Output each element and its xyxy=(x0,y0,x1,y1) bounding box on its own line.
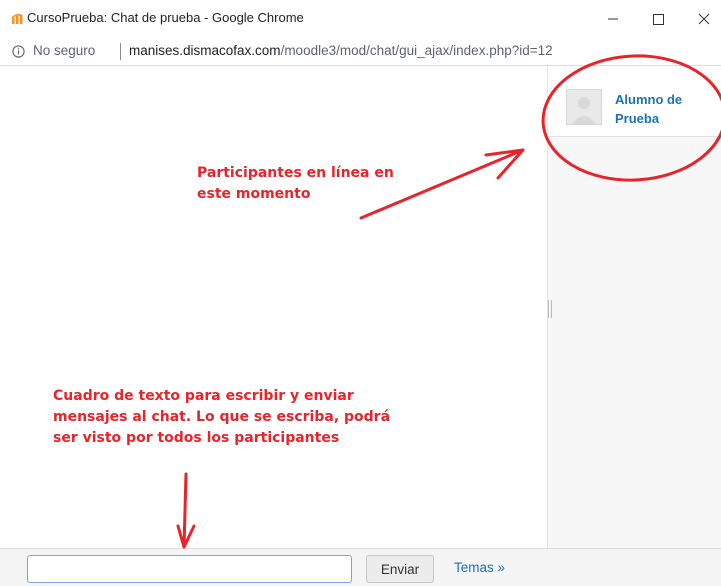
url-path: /moodle3/mod/chat/gui_ajax/index.php?id=… xyxy=(280,43,553,58)
user-list-item[interactable]: Alumno de Prueba xyxy=(548,66,721,137)
window-title: CursoPrueba: Chat de prueba - Google Chr… xyxy=(27,10,304,25)
address-bar[interactable]: No seguro manises.dismacofax.com/moodle3… xyxy=(0,38,721,66)
user-avatar-icon xyxy=(566,89,602,125)
info-icon[interactable] xyxy=(12,45,25,58)
user-name-link[interactable]: Alumno de Prueba xyxy=(615,90,715,128)
url-host: manises.dismacofax.com xyxy=(129,43,281,58)
pane-resize-handle[interactable] xyxy=(548,300,552,318)
url-text[interactable]: manises.dismacofax.com/moodle3/mod/chat/… xyxy=(129,43,553,58)
address-separator xyxy=(120,43,121,60)
themes-link[interactable]: Temas » xyxy=(454,560,505,575)
maximize-icon[interactable] xyxy=(645,8,671,30)
message-input-bar: Enviar Temas » xyxy=(0,548,721,586)
moodle-logo-icon xyxy=(11,14,23,24)
security-label[interactable]: No seguro xyxy=(33,43,95,58)
chat-messages-area xyxy=(0,66,547,548)
message-input[interactable] xyxy=(27,555,352,583)
send-button[interactable]: Enviar xyxy=(366,555,434,583)
minimize-icon[interactable] xyxy=(600,8,626,30)
annotation-participants: Participantes en línea en este momento xyxy=(197,165,394,202)
close-icon[interactable] xyxy=(691,8,717,30)
window-title-bar: CursoPrueba: Chat de prueba - Google Chr… xyxy=(0,0,721,39)
chat-users-list: Alumno de Prueba xyxy=(547,66,721,548)
annotation-textbox: Cuadro de texto para escribir y enviar m… xyxy=(53,388,391,446)
